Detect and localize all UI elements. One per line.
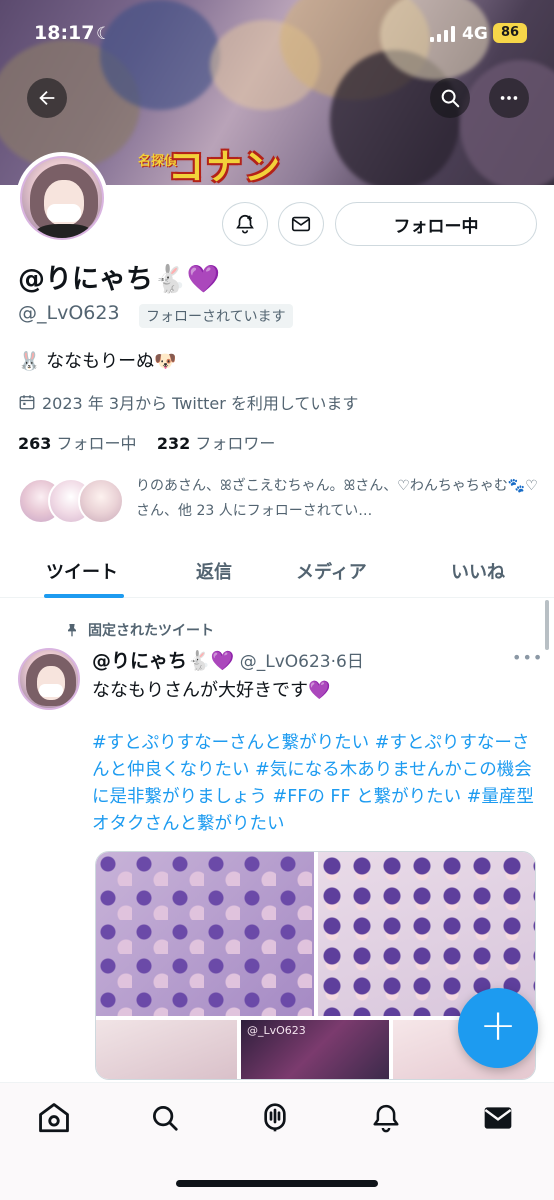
nav-spaces[interactable] <box>258 1101 292 1135</box>
pinned-text: 固定されたツイート <box>88 623 214 639</box>
followers-count: 232 <box>156 434 191 453</box>
profile-handle: @_LvO623 <box>18 302 120 324</box>
nav-home[interactable] <box>37 1101 71 1135</box>
compose-tweet-button[interactable]: + <box>458 988 538 1068</box>
following-link[interactable]: 263 フォロー中 <box>18 434 137 453</box>
tweet-header: @りにゃち🐇💜 @_LvO623·6日 <box>92 650 364 672</box>
tweet-hashtags[interactable]: #すとぷりすなーさんと繋がりたい #すとぷりすなーさんと仲良くなりたい #気にな… <box>92 730 537 838</box>
joined-date: 2023 年 3月から Twitter を利用しています <box>18 390 358 414</box>
follows-you-badge: フォローされています <box>139 304 293 328</box>
status-bar: 18:17 ☾ 4G 86 <box>0 0 554 66</box>
back-button[interactable] <box>27 78 67 118</box>
bell-plus-icon <box>236 214 254 234</box>
mail-icon <box>484 1107 512 1129</box>
nav-search[interactable] <box>148 1101 182 1135</box>
tab-tweets[interactable]: ツイート <box>46 558 118 584</box>
tweet-text: ななもりさんが大好きです💜 <box>92 680 331 701</box>
tweet-author-handle: @_LvO623 <box>239 652 331 672</box>
active-tab-indicator <box>44 594 124 598</box>
media-caption: @_LvO623 <box>247 1024 306 1037</box>
signal-icon <box>430 26 456 42</box>
follow-stats: 263 フォロー中 232 フォロワー <box>18 430 275 454</box>
profile-avatar[interactable] <box>16 152 108 244</box>
mail-icon <box>291 216 311 232</box>
pin-icon <box>68 624 76 637</box>
more-icon <box>500 96 518 100</box>
joined-text: 2023 年 3月から Twitter を利用しています <box>42 394 359 413</box>
tweet-more-button[interactable]: ••• <box>512 648 543 667</box>
spaces-icon <box>264 1103 286 1132</box>
avatar <box>20 156 104 240</box>
tab-likes[interactable]: いいね <box>451 558 505 584</box>
moon-icon: ☾ <box>96 24 112 44</box>
battery-icon: 86 <box>493 23 527 43</box>
message-button[interactable] <box>278 202 324 246</box>
nav-messages[interactable] <box>481 1101 515 1135</box>
home-icon <box>39 1103 69 1133</box>
bell-icon <box>373 1104 399 1133</box>
more-button[interactable] <box>489 78 529 118</box>
home-indicator[interactable] <box>176 1180 378 1187</box>
search-button[interactable] <box>430 78 470 118</box>
mutual-followers[interactable]: りのあさん、ꕤざこえむちゃん。ꕤさん、♡わんちゃちゃむ🐾♡さん、他 23 人にフ… <box>18 474 538 528</box>
media-image-4[interactable]: @_LvO623 <box>241 1020 389 1079</box>
mutual-followers-text: りのあさん、ꕤざこえむちゃん。ꕤさん、♡わんちゃちゃむ🐾♡さん、他 23 人にフ… <box>136 478 538 519</box>
tweet-time: 6日 <box>336 652 364 672</box>
search-icon <box>153 1106 178 1131</box>
profile-tabs: ツイート 返信 メディア いいね <box>0 544 554 598</box>
followers-label: フォロワー <box>195 434 276 453</box>
pinned-label: 固定されたツイート <box>64 620 214 640</box>
calendar-icon <box>19 395 35 410</box>
status-time: 18:17 <box>34 22 95 44</box>
media-image-3[interactable] <box>96 1020 237 1079</box>
following-label: フォロー中 <box>56 434 137 453</box>
tab-replies[interactable]: 返信 <box>196 558 232 584</box>
search-icon <box>441 89 460 108</box>
network-label: 4G <box>462 24 488 44</box>
display-name: @りにゃち🐇💜 <box>18 264 221 295</box>
mutual-avatar <box>78 478 124 524</box>
media-image-1[interactable] <box>96 852 314 1016</box>
following-button[interactable]: フォロー中 <box>335 202 537 246</box>
following-count: 263 <box>18 434 52 453</box>
nav-notifications[interactable] <box>369 1101 403 1135</box>
followers-link[interactable]: 232 フォロワー <box>157 434 276 453</box>
tweet-author-name[interactable]: @りにゃち🐇💜 <box>92 650 234 672</box>
banner-logo: コナン <box>168 147 283 185</box>
profile-bio: 🐰 ななもりーぬ🐶 <box>18 351 177 372</box>
back-arrow-icon <box>39 90 55 106</box>
notify-button[interactable] <box>222 202 268 246</box>
tweet-avatar[interactable] <box>18 648 80 710</box>
scrollbar[interactable] <box>545 600 549 650</box>
tab-media[interactable]: メディア <box>296 558 367 584</box>
